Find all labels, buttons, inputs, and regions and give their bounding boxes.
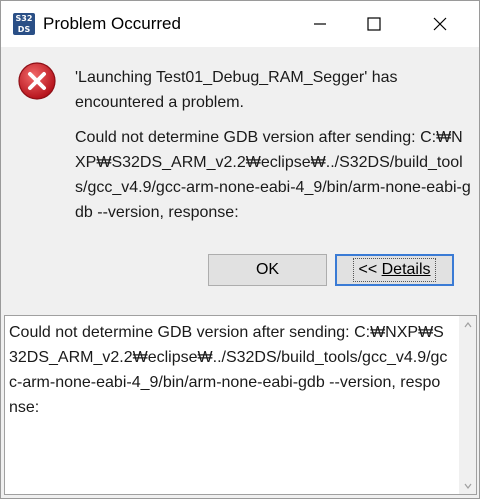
app-icon-text-bottom: DS <box>17 25 31 34</box>
ok-button[interactable]: OK <box>208 254 327 286</box>
window-title: Problem Occurred <box>43 14 181 33</box>
error-dialog: S32 DS Problem Occurred 'Launching Test0… <box>0 0 480 499</box>
chevron-up-icon <box>464 321 471 327</box>
details-button-label-wrap: << Details <box>353 258 436 282</box>
ok-button-label: OK <box>255 261 280 278</box>
details-prefix: << <box>358 261 382 278</box>
app-icon: S32 DS <box>13 13 35 35</box>
scroll-up-button[interactable] <box>459 316 476 333</box>
app-icon-text-top: S32 <box>15 14 33 23</box>
maximize-icon <box>367 17 381 31</box>
title-bar: S32 DS Problem Occurred <box>1 1 479 47</box>
details-button[interactable]: << Details <box>335 254 454 286</box>
details-text-area[interactable]: Could not determine GDB version after se… <box>4 315 477 495</box>
details-label: Details <box>381 261 431 278</box>
minimize-icon <box>314 23 326 25</box>
minimize-button[interactable] <box>297 1 343 47</box>
maximize-button[interactable] <box>351 1 397 47</box>
close-button[interactable] <box>417 1 463 47</box>
message-title: 'Launching Test01_Debug_RAM_Segger' has … <box>75 69 398 111</box>
close-icon <box>433 17 447 31</box>
vertical-scrollbar[interactable] <box>459 316 476 494</box>
scroll-down-button[interactable] <box>459 477 476 494</box>
chevron-down-icon <box>464 483 471 489</box>
details-text: Could not determine GDB version after se… <box>9 324 448 416</box>
message-body: Could not determine GDB version after se… <box>75 129 471 221</box>
error-icon <box>17 61 57 101</box>
